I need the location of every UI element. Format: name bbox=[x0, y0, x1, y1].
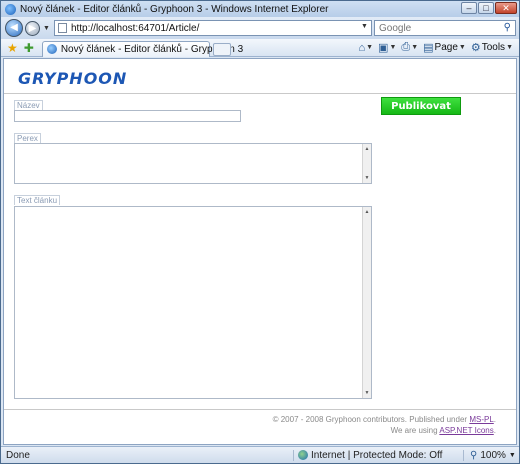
home-button[interactable]: ⌂ ▼ bbox=[358, 42, 373, 54]
recent-pages-dropdown-icon[interactable]: ▼ bbox=[43, 25, 50, 32]
footer-line-2: We are using ASP.NET Icons. bbox=[273, 425, 496, 436]
footer: © 2007 - 2008 Gryphoon contributors. Pub… bbox=[273, 414, 496, 436]
print-icon: ⎙ bbox=[401, 41, 411, 53]
close-button[interactable]: ✕ bbox=[495, 2, 517, 14]
maximize-button[interactable]: □ bbox=[478, 2, 494, 14]
tools-gear-icon: ⚙ bbox=[470, 42, 481, 54]
zone-label: Internet | Protected Mode: Off bbox=[311, 449, 443, 461]
window-controls: – □ ✕ bbox=[461, 2, 517, 14]
window-title: Nový článek - Editor článků - Gryphoon 3… bbox=[20, 3, 329, 15]
zoom-dropdown-icon[interactable]: ▼ bbox=[509, 452, 516, 459]
body-textarea[interactable]: ▲ ▼ bbox=[14, 206, 372, 399]
back-icon[interactable]: ◀ bbox=[5, 19, 23, 37]
minimize-button[interactable]: – bbox=[461, 2, 477, 14]
home-icon: ⌂ bbox=[358, 41, 366, 54]
address-dropdown-icon[interactable]: ▼ bbox=[361, 23, 368, 30]
page-viewport: GRYPHOON Název Perex ▲ ▼ Text článku ▲ ▼… bbox=[3, 58, 517, 445]
footer-line1-suffix: . bbox=[493, 415, 496, 424]
url-text[interactable]: http://localhost:64701/Article/ bbox=[71, 23, 199, 34]
tools-menu[interactable]: ⚙ Tools ▼ bbox=[471, 41, 513, 54]
command-bar: ⌂ ▼ ▣ ▼ ⎙ ▼ ▤ Page ▼ ⚙ Tools ▼ bbox=[358, 41, 513, 54]
publish-button[interactable]: Publikovat bbox=[381, 97, 461, 115]
tools-menu-label: Tools bbox=[481, 42, 506, 53]
favorites-star-icon[interactable]: ★ bbox=[7, 41, 18, 55]
tab-row: ★ ✚ Nový článek - Editor článků - Grypho… bbox=[1, 39, 519, 57]
zoom-control[interactable]: ⚲ 100% ▼ bbox=[463, 449, 516, 461]
perex-textarea[interactable]: ▲ ▼ bbox=[14, 143, 372, 184]
new-tab-button[interactable] bbox=[212, 42, 231, 56]
search-box[interactable]: ⚲ bbox=[374, 20, 516, 36]
page-menu-icon: ▤ bbox=[423, 42, 434, 54]
scroll-down-icon[interactable]: ▼ bbox=[363, 389, 371, 397]
page-icon bbox=[57, 23, 67, 33]
page-menu-label: Page bbox=[434, 42, 458, 53]
globe-icon bbox=[298, 450, 308, 460]
body-scrollbar[interactable]: ▲ ▼ bbox=[362, 207, 371, 398]
scroll-down-icon[interactable]: ▼ bbox=[363, 174, 371, 182]
title-field-label: Název bbox=[14, 100, 43, 110]
tab-page-icon bbox=[46, 44, 57, 54]
gryphoon-logo[interactable]: GRYPHOON bbox=[18, 69, 127, 88]
footer-divider bbox=[4, 409, 516, 410]
status-bar: Done Internet | Protected Mode: Off ⚲ 10… bbox=[1, 446, 519, 463]
rss-icon: ▣ bbox=[378, 42, 389, 54]
footer-copyright: © 2007 - 2008 Gryphoon contributors. Pub… bbox=[272, 415, 468, 424]
forward-icon[interactable]: ▶ bbox=[25, 20, 40, 36]
print-button[interactable]: ⎙ ▼ bbox=[401, 41, 418, 54]
ie-app-icon bbox=[5, 3, 16, 15]
address-bar[interactable]: http://localhost:64701/Article/ ▼ bbox=[53, 20, 372, 36]
header-divider bbox=[4, 93, 516, 94]
title-bar: Nový článek - Editor článků - Gryphoon 3… bbox=[1, 1, 519, 17]
body-field-label: Text článku bbox=[14, 195, 61, 205]
address-row: ◀ ▶ ▼ http://localhost:64701/Article/ ▼ … bbox=[1, 17, 519, 39]
perex-scrollbar[interactable]: ▲ ▼ bbox=[362, 144, 371, 183]
security-zone[interactable]: Internet | Protected Mode: Off bbox=[293, 449, 463, 461]
tab-article-editor[interactable]: Nový článek - Editor článků - Gryphoon 3 bbox=[41, 40, 243, 57]
page-menu[interactable]: ▤ Page ▼ bbox=[423, 41, 466, 54]
title-input[interactable] bbox=[14, 110, 241, 122]
ms-pl-link[interactable]: MS-PL bbox=[469, 415, 493, 424]
add-favorites-icon[interactable]: ✚ bbox=[24, 41, 34, 55]
browser-window: Nový článek - Editor článků - Gryphoon 3… bbox=[0, 0, 520, 464]
status-text: Done bbox=[6, 449, 30, 461]
footer-using: We are using bbox=[390, 426, 438, 435]
search-input[interactable] bbox=[379, 22, 489, 34]
footer-line-1: © 2007 - 2008 Gryphoon contributors. Pub… bbox=[273, 414, 496, 425]
scroll-up-icon[interactable]: ▲ bbox=[363, 145, 371, 153]
search-icon[interactable]: ⚲ bbox=[504, 22, 511, 33]
zoom-icon: ⚲ bbox=[470, 449, 478, 461]
scroll-up-icon[interactable]: ▲ bbox=[363, 208, 371, 216]
zoom-level: 100% bbox=[480, 449, 506, 461]
aspnet-icons-link[interactable]: ASP.NET Icons bbox=[439, 426, 493, 435]
footer-line2-suffix: . bbox=[493, 426, 496, 435]
feeds-button[interactable]: ▣ ▼ bbox=[378, 41, 396, 54]
perex-field-label: Perex bbox=[14, 133, 41, 143]
